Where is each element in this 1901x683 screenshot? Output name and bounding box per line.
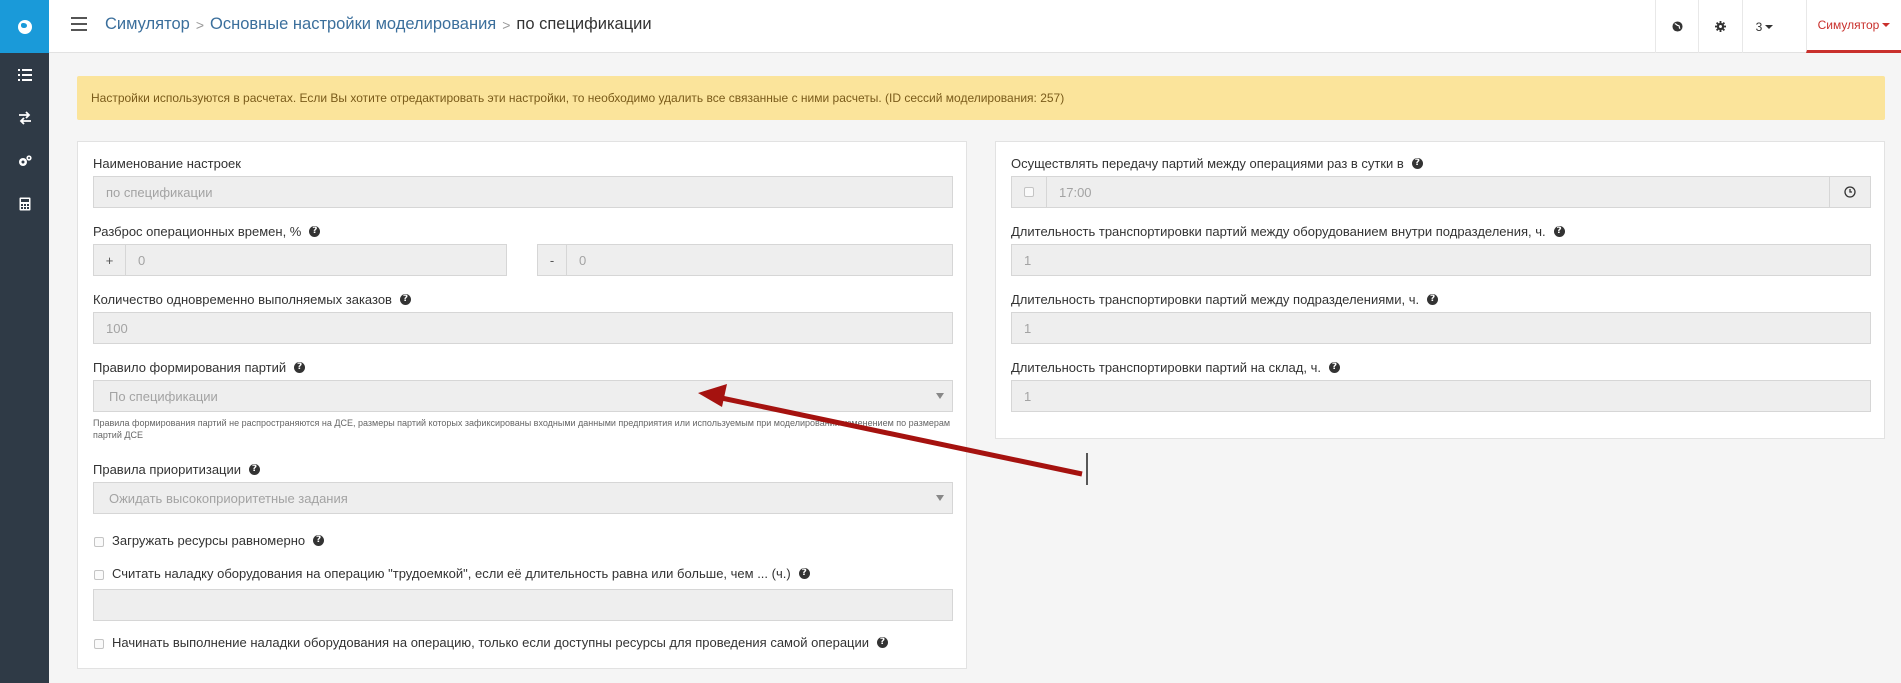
setup-labor-checkbox[interactable] bbox=[94, 570, 104, 580]
spread-plus-addon: + bbox=[93, 244, 126, 276]
transport-inner-label-text: Длительность транспортировки партий межд… bbox=[1011, 224, 1546, 239]
transport-inner-label: Длительность транспортировки партий межд… bbox=[1011, 224, 1565, 239]
transport-inner-input[interactable]: 1 bbox=[1011, 244, 1871, 276]
batch-rule-select[interactable]: По спецификации bbox=[93, 380, 953, 412]
breadcrumb-separator-icon: > bbox=[502, 16, 511, 33]
globe-logo-icon bbox=[17, 19, 32, 34]
load-evenly-label: Загружать ресурсы равномерно? bbox=[112, 533, 325, 548]
simulator-menu-label: Симулятор bbox=[1817, 18, 1880, 32]
transfer-daily-checkbox[interactable] bbox=[1024, 187, 1034, 197]
load-evenly-label-text: Загружать ресурсы равномерно bbox=[112, 533, 306, 548]
help-icon[interactable]: ? bbox=[399, 294, 411, 305]
select-arrow-icon bbox=[936, 393, 944, 399]
priority-label: Правила приоритизации? bbox=[93, 462, 261, 477]
clock-icon bbox=[1844, 186, 1856, 198]
sidebar-item-settings[interactable] bbox=[0, 139, 49, 182]
priority-label-text: Правила приоритизации bbox=[93, 462, 242, 477]
start-setup-label: Начинать выполнение наладки оборудования… bbox=[112, 635, 889, 650]
concurrent-orders-label-text: Количество одновременно выполняемых зака… bbox=[93, 292, 392, 307]
breadcrumb-main-settings[interactable]: Основные настройки моделирования bbox=[210, 15, 496, 34]
gear-icon bbox=[1715, 21, 1726, 32]
setup-labor-label-text: Считать наладку оборудования на операцию… bbox=[112, 566, 791, 581]
user-menu-dropdown[interactable]: 3 bbox=[1742, 0, 1786, 53]
help-icon[interactable]: ? bbox=[1328, 362, 1340, 373]
caret-down-icon bbox=[1765, 24, 1774, 29]
transport-warehouse-label-text: Длительность транспортировки партий на с… bbox=[1011, 360, 1321, 375]
app-logo[interactable] bbox=[0, 0, 49, 53]
help-icon[interactable]: ? bbox=[798, 568, 810, 579]
start-setup-label-text: Начинать выполнение наладки оборудования… bbox=[112, 635, 870, 650]
breadcrumb-separator-icon: > bbox=[195, 16, 205, 33]
breadcrumb-simulator[interactable]: Симулятор bbox=[105, 15, 190, 34]
help-icon[interactable]: ? bbox=[1411, 158, 1423, 169]
caret-down-icon bbox=[1882, 23, 1891, 27]
batch-rule-label: Правило формирования партий? bbox=[93, 360, 306, 375]
left-settings-panel: Наименование настроек по спецификации Ра… bbox=[77, 141, 967, 669]
concurrent-orders-label: Количество одновременно выполняемых зака… bbox=[93, 292, 411, 307]
help-icon[interactable]: ? bbox=[294, 362, 306, 373]
sidebar-item-calculator[interactable] bbox=[0, 182, 49, 225]
sidebar-item-list[interactable] bbox=[0, 53, 49, 96]
sidebar bbox=[0, 0, 49, 683]
setup-labor-hours-input[interactable] bbox=[93, 589, 953, 621]
help-icon[interactable]: ? bbox=[1553, 226, 1565, 237]
setup-labor-label: Считать наладку оборудования на операцию… bbox=[112, 566, 810, 581]
settings-button[interactable] bbox=[1698, 0, 1742, 53]
help-icon[interactable]: ? bbox=[877, 637, 889, 648]
help-icon[interactable]: ? bbox=[1427, 294, 1439, 305]
help-icon[interactable]: ? bbox=[309, 226, 321, 237]
priority-select[interactable]: Ожидать высокоприоритетные задания bbox=[93, 482, 953, 514]
spread-label: Разброс операционных времен, %? bbox=[93, 224, 321, 239]
top-header: Симулятор > Основные настройки моделиров… bbox=[49, 0, 1901, 53]
help-icon[interactable]: ? bbox=[249, 464, 261, 475]
right-settings-panel: Осуществлять передачу партий между опера… bbox=[995, 141, 1885, 439]
page-title: по спецификации bbox=[516, 15, 652, 33]
priority-select-value: Ожидать высокоприоритетные задания bbox=[109, 490, 348, 506]
transfer-daily-label-text: Осуществлять передачу партий между опера… bbox=[1011, 156, 1404, 171]
transfer-daily-time-input[interactable]: 17:00 bbox=[1046, 176, 1830, 208]
transport-between-input[interactable]: 1 bbox=[1011, 312, 1871, 344]
language-button[interactable] bbox=[1655, 0, 1698, 53]
transfer-daily-addon bbox=[1011, 176, 1047, 208]
settings-name-label: Наименование настроек bbox=[93, 156, 241, 171]
breadcrumb: Симулятор > Основные настройки моделиров… bbox=[105, 15, 652, 34]
spread-label-text: Разброс операционных времен, % bbox=[93, 224, 302, 239]
concurrent-orders-input[interactable]: 100 bbox=[93, 312, 953, 344]
select-arrow-icon bbox=[936, 495, 944, 501]
spread-minus-addon: - bbox=[537, 244, 567, 276]
transport-between-label: Длительность транспортировки партий межд… bbox=[1011, 292, 1439, 307]
start-setup-checkbox[interactable] bbox=[94, 639, 104, 649]
settings-name-input[interactable]: по спецификации bbox=[93, 176, 953, 208]
calculator-icon bbox=[19, 197, 30, 210]
batch-rule-hint: Правила формирования партий не распростр… bbox=[93, 418, 951, 440]
list-icon bbox=[17, 68, 32, 81]
time-picker-button[interactable] bbox=[1829, 176, 1871, 208]
transport-warehouse-label: Длительность транспортировки партий на с… bbox=[1011, 360, 1340, 375]
user-menu-label: 3 bbox=[1755, 19, 1763, 34]
warning-alert: Настройки используются в расчетах. Если … bbox=[77, 76, 1885, 120]
batch-rule-label-text: Правило формирования партий bbox=[93, 360, 287, 375]
spread-minus-input[interactable]: 0 bbox=[566, 244, 953, 276]
transport-warehouse-input[interactable]: 1 bbox=[1011, 380, 1871, 412]
simulator-menu-dropdown[interactable]: Симулятор bbox=[1806, 0, 1901, 53]
spread-plus-input[interactable]: 0 bbox=[125, 244, 507, 276]
transfer-arrows-icon bbox=[18, 110, 31, 125]
menu-toggle-icon[interactable] bbox=[71, 17, 87, 31]
gears-icon bbox=[18, 154, 32, 166]
batch-rule-select-value: По спецификации bbox=[109, 388, 218, 404]
sidebar-item-transfers[interactable] bbox=[0, 96, 49, 139]
transfer-daily-label: Осуществлять передачу партий между опера… bbox=[1011, 156, 1423, 171]
help-icon[interactable]: ? bbox=[313, 535, 325, 546]
settings-name-label-text: Наименование настроек bbox=[93, 156, 241, 171]
load-evenly-checkbox[interactable] bbox=[94, 537, 104, 547]
globe-icon bbox=[1671, 21, 1683, 32]
transport-between-label-text: Длительность транспортировки партий межд… bbox=[1011, 292, 1420, 307]
